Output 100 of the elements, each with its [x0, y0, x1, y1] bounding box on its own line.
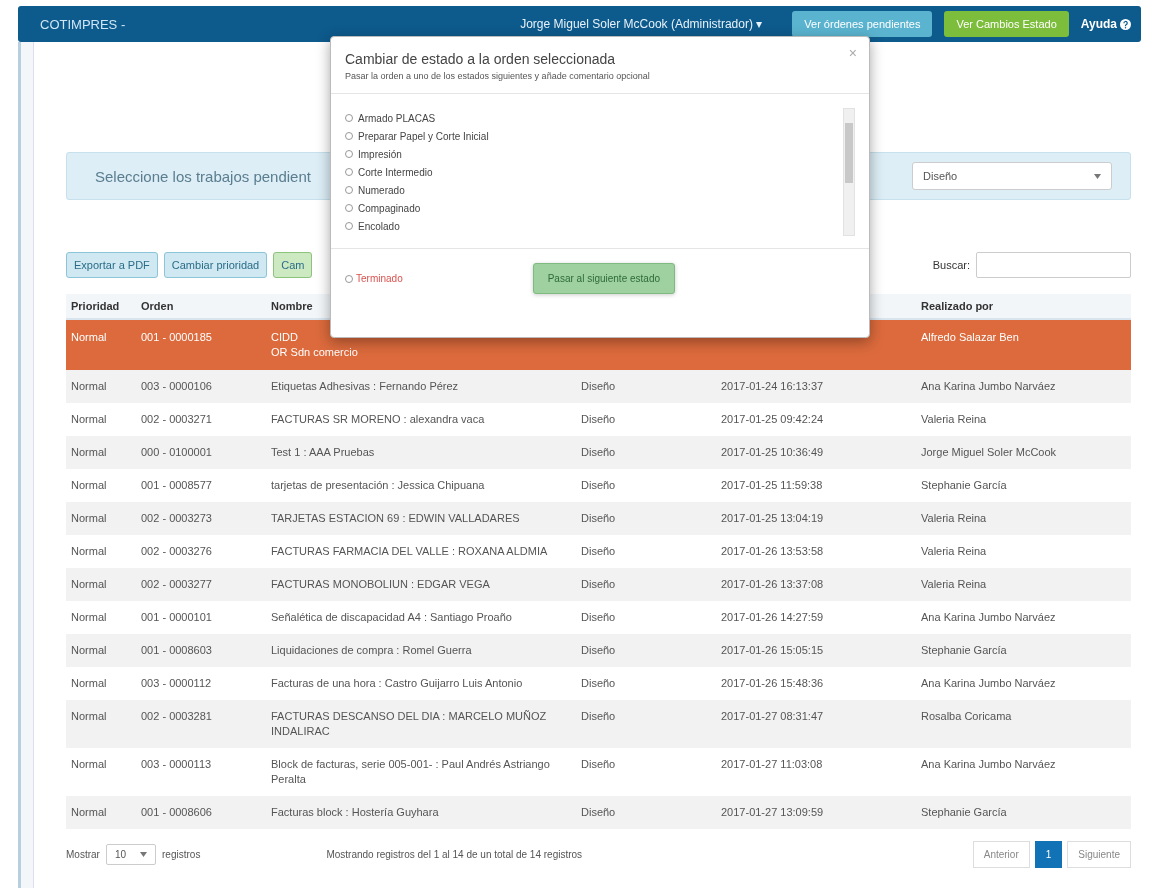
pagination-button[interactable]: Anterior — [972, 841, 1030, 868]
radio-button[interactable] — [345, 132, 353, 140]
table-cell: 001 - 0000185 — [136, 319, 266, 370]
table-cell: Normal — [66, 403, 136, 436]
status-option[interactable]: Preparar Papel y Corte Inicial — [345, 128, 843, 144]
table-cell: Diseño — [576, 370, 716, 403]
table-cell: CIDD OR Sdn comercio — [266, 319, 576, 370]
table-cell: Diseño — [576, 436, 716, 469]
table-cell: Etiquetas Adhesivas : Fernando Pérez — [266, 370, 576, 403]
table-cell: Diseño — [576, 403, 716, 436]
table-cell: Alfredo Salazar Ben — [916, 319, 1131, 370]
status-option[interactable]: Encolado — [345, 218, 843, 234]
table-cell: FACTURAS MONOBOLIUN : EDGAR VEGA — [266, 568, 576, 601]
table-cell: 2017-01-25 09:42:24 — [716, 403, 916, 436]
table-cell: Normal — [66, 535, 136, 568]
page-size-select[interactable]: 10 — [105, 844, 157, 865]
table-cell: 003 - 0000113 — [136, 748, 266, 796]
table-row[interactable]: Normal 003 - 0000112 Facturas de una hora : Castro Guijarro Luis Antonio Diseño 2017-01-26 15:48:36 Ana Karina Jumbo Narváez — [66, 667, 1131, 700]
table-cell: 2017-01-26 14:27:59 — [716, 601, 916, 634]
records-label: registros — [162, 849, 201, 860]
table-row[interactable]: Normal 002 - 0003276 FACTURAS FARMACIA DEL VALLE : ROXANA ALDMIA Diseño 2017-01-26 13:53:58 Valeria Reina — [66, 535, 1131, 568]
table-cell: Normal — [66, 370, 136, 403]
table-cell: Valeria Reina — [916, 568, 1131, 601]
status-option[interactable]: Corte Intermedio — [345, 164, 843, 180]
radio-button[interactable] — [345, 204, 353, 212]
table-cell: Ana Karina Jumbo Narváez — [916, 667, 1131, 700]
table-cell: Normal — [66, 700, 136, 748]
table-cell: 2017-01-25 11:59:38 — [716, 469, 916, 502]
records-info: Mostrando registros del 1 al 14 de un total de 14 registros — [326, 849, 584, 860]
finish-option[interactable]: Terminado — [345, 273, 403, 284]
table-cell: Normal — [66, 502, 136, 535]
pagination-button[interactable]: Siguiente — [1067, 841, 1131, 868]
table-cell: Stephanie García — [916, 796, 1131, 829]
table-cell: Ana Karina Jumbo Narváez — [916, 370, 1131, 403]
table-cell: Normal — [66, 796, 136, 829]
search-field[interactable] — [976, 252, 1131, 278]
status-option[interactable]: Armado PLACAS — [345, 110, 843, 126]
column-header[interactable]: Prioridad — [66, 294, 136, 319]
table-row[interactable]: Normal 001 - 0008606 Facturas block : Hostería Guyhara Diseño 2017-01-27 13:09:59 Stephanie García — [66, 796, 1131, 829]
table-cell: 2017-01-27 08:31:47 — [716, 700, 916, 748]
submit-button[interactable]: Pasar al siguiente estado — [532, 263, 675, 294]
help-link[interactable]: Ayuda — [1080, 17, 1131, 31]
table-row[interactable]: Normal 002 - 0003281 FACTURAS DESCANSO DEL DIA : MARCELO MUÑOZ INDALIRAC Diseño 2017-01-27 08:31:47 Rosalba Coricama — [66, 700, 1131, 748]
table-cell: Señalética de discapacidad A4 : Santiago Proaño — [266, 601, 576, 634]
table-row[interactable]: Normal 001 - 0008603 Liquidaciones de compra : Romel Guerra Diseño 2017-01-26 15:05:15 Stephanie García — [66, 634, 1131, 667]
status-option[interactable]: Numerado — [345, 182, 843, 198]
table-cell: 003 - 0000112 — [136, 667, 266, 700]
radio-button[interactable] — [345, 222, 353, 230]
status-option[interactable]: Impresión — [345, 146, 843, 162]
radio-button[interactable] — [345, 186, 353, 194]
table-cell: FACTURAS FARMACIA DEL VALLE : ROXANA ALDMIA — [266, 535, 576, 568]
table-row[interactable]: Normal 002 - 0003277 FACTURAS MONOBOLIUN : EDGAR VEGA Diseño 2017-01-26 13:37:08 Valeria Reina — [66, 568, 1131, 601]
table-cell: Test 1 : AAA Pruebas — [266, 436, 576, 469]
toolbar-button[interactable]: Cambiar prioridad — [163, 252, 268, 278]
table-cell: Normal — [66, 319, 136, 370]
table-row[interactable]: Normal 001 - 0000101 Señalética de discapacidad A4 : Santiago Proaño Diseño 2017-01-26 14:27:59 Ana Karina Jumbo Narváez — [66, 601, 1131, 634]
pagination-button[interactable]: 1 — [1034, 841, 1063, 868]
banner-text: Seleccione los trabajos pendient — [95, 167, 311, 185]
table-cell: Block de facturas, serie 005-001- : Paul Andrés Astriango Peralta — [266, 748, 576, 796]
table-cell: Diseño — [576, 748, 716, 796]
scrollbar[interactable] — [843, 108, 855, 236]
toolbar-button[interactable]: Cam — [273, 252, 313, 278]
table-cell: Diseño — [576, 667, 716, 700]
table-cell: 001 - 0008603 — [136, 634, 266, 667]
table-cell: Diseño — [576, 502, 716, 535]
search-label: Buscar: — [932, 259, 970, 271]
user-menu[interactable]: Jorge Miguel Soler McCook (Administrador) ▾ — [520, 17, 763, 31]
table-cell: 2017-01-27 11:03:08 — [716, 748, 916, 796]
radio-button[interactable] — [345, 150, 353, 158]
table-row[interactable]: Normal 002 - 0003271 FACTURAS SR MORENO : alexandra vaca Diseño 2017-01-25 09:42:24 Valeria Reina — [66, 403, 1131, 436]
radio-button[interactable] — [345, 274, 353, 283]
caret-icon — [140, 852, 148, 857]
table-cell: 2017-01-26 15:48:36 — [716, 667, 916, 700]
table-cell: Diseño — [576, 469, 716, 502]
help-icon — [1120, 18, 1131, 30]
table-cell: Ana Karina Jumbo Narváez — [916, 601, 1131, 634]
table-row[interactable]: Normal 001 - 0008577 tarjetas de presentación : Jessica Chipuana Diseño 2017-01-25 11:59:38 Stephanie García — [66, 469, 1131, 502]
table-cell: 002 - 0003276 — [136, 535, 266, 568]
table-cell: TARJETAS ESTACION 69 : EDWIN VALLADARES — [266, 502, 576, 535]
table-cell: Diseño — [576, 796, 716, 829]
column-header[interactable]: Orden — [136, 294, 266, 319]
column-header[interactable]: Realizado por — [916, 294, 1131, 319]
table-cell: 001 - 0000101 — [136, 601, 266, 634]
table-cell: Valeria Reina — [916, 403, 1131, 436]
toolbar-button[interactable]: Exportar a PDF — [66, 252, 158, 278]
table-cell: 2017-01-26 13:53:58 — [716, 535, 916, 568]
table-row[interactable]: Normal 003 - 0000106 Etiquetas Adhesivas : Fernando Pérez Diseño 2017-01-24 16:13:37 Ana Karina Jumbo Narváez — [66, 370, 1131, 403]
status-option[interactable]: Compaginado — [345, 200, 843, 216]
table-cell: Jorge Miguel Soler McCook — [916, 436, 1131, 469]
table-row[interactable]: Normal 003 - 0000113 Block de facturas, serie 005-001- : Paul Andrés Astriango Peralta Diseño 2017-01-27 11:03:08 Ana Karina Jumbo Narváez — [66, 748, 1131, 796]
caret-icon — [1094, 173, 1101, 179]
table-cell: 002 - 0003273 — [136, 502, 266, 535]
table-cell: 002 - 0003277 — [136, 568, 266, 601]
radio-button[interactable] — [345, 168, 353, 176]
stage-select[interactable]: Diseño — [912, 162, 1112, 190]
table-cell: 000 - 0100001 — [136, 436, 266, 469]
table-cell: 2017-01-27 13:09:59 — [716, 796, 916, 829]
brand-name[interactable]: COTIMPRES - — [40, 16, 509, 32]
table-cell: 2017-01-25 13:04:19 — [716, 502, 916, 535]
radio-button[interactable] — [345, 114, 353, 122]
